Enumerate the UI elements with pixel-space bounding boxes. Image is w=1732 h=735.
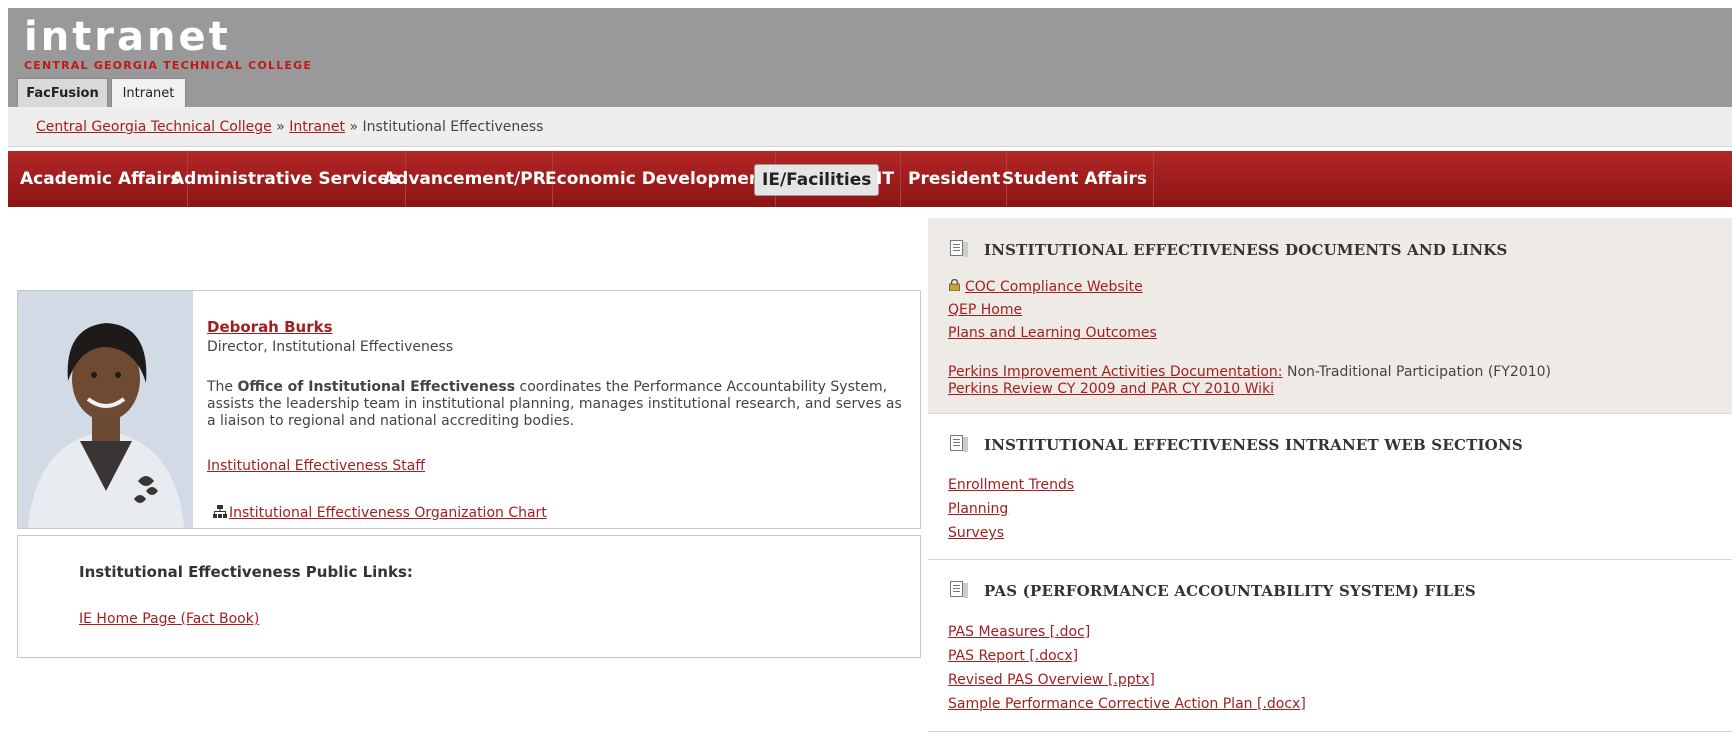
nav-ie-facilities[interactable]: IE/Facilities <box>754 164 880 196</box>
documents-links-section: INSTITUTIONAL EFFECTIVENESS DOCUMENTS AN… <box>928 218 1732 413</box>
lock-icon <box>949 279 960 291</box>
document-icon <box>950 581 968 598</box>
director-name-link[interactable]: Deborah Burks <box>207 318 333 336</box>
pas-files-title: PAS (PERFORMANCE ACCOUNTABILITY SYSTEM) … <box>984 582 1476 600</box>
nav-advancement-pr[interactable]: Advancement/PR <box>377 151 553 207</box>
director-profile: Deborah Burks Director, Institutional Ef… <box>17 290 921 529</box>
logo-subtitle: CENTRAL GEORGIA TECHNICAL COLLEGE <box>24 59 313 72</box>
ie-org-chart-link[interactable]: Institutional Effectiveness Organization… <box>229 505 547 521</box>
intranet-logo[interactable]: intranet CENTRAL GEORGIA TECHNICAL COLLE… <box>24 14 313 72</box>
perkins-documentation-row: Perkins Improvement Activities Documenta… <box>948 364 1551 380</box>
nav-it[interactable]: IT <box>870 151 901 207</box>
pas-report-link[interactable]: PAS Report [.docx] <box>948 648 1078 664</box>
web-sections-title: INSTITUTIONAL EFFECTIVENESS INTRANET WEB… <box>984 436 1523 454</box>
ie-staff-link[interactable]: Institutional Effectiveness Staff <box>207 458 425 474</box>
enrollment-trends-link[interactable]: Enrollment Trends <box>948 477 1074 493</box>
breadcrumb: Central Georgia Technical College » Intr… <box>8 107 1732 147</box>
pas-files-section: PAS (PERFORMANCE ACCOUNTABILITY SYSTEM) … <box>928 560 1732 732</box>
breadcrumb-link-intranet[interactable]: Intranet <box>289 119 345 135</box>
perkins-documentation-link[interactable]: Perkins Improvement Activities Documenta… <box>948 364 1283 380</box>
breadcrumb-current: Institutional Effectiveness <box>362 119 544 135</box>
public-links-panel: Institutional Effectiveness Public Links… <box>17 535 921 658</box>
corrective-action-plan-link[interactable]: Sample Performance Corrective Action Pla… <box>948 696 1306 712</box>
org-chart-icon <box>213 505 227 518</box>
main-nav: Academic Affairs Administrative Services… <box>8 151 1732 207</box>
revised-pas-overview-link[interactable]: Revised PAS Overview [.pptx] <box>948 672 1155 688</box>
document-icon <box>950 435 968 452</box>
perkins-note: Non-Traditional Participation (FY2010) <box>1282 364 1552 380</box>
documents-links-title: INSTITUTIONAL EFFECTIVENESS DOCUMENTS AN… <box>984 241 1508 259</box>
nav-economic-development[interactable]: Economic Development <box>539 151 777 207</box>
pas-measures-link[interactable]: PAS Measures [.doc] <box>948 624 1090 640</box>
surveys-link[interactable]: Surveys <box>948 525 1004 541</box>
director-photo <box>18 291 193 528</box>
description-lead: The <box>207 379 238 395</box>
planning-link[interactable]: Planning <box>948 501 1008 517</box>
breadcrumb-separator: » <box>349 119 359 135</box>
public-links-title: Institutional Effectiveness Public Links… <box>79 563 413 581</box>
web-sections-section: INSTITUTIONAL EFFECTIVENESS INTRANET WEB… <box>928 413 1732 560</box>
perkins-review-link[interactable]: Perkins Review CY 2009 and PAR CY 2010 W… <box>948 381 1274 397</box>
ie-home-page-link[interactable]: IE Home Page (Fact Book) <box>79 611 259 627</box>
nav-student-affairs[interactable]: Student Affairs <box>996 151 1155 207</box>
nav-academic-affairs[interactable]: Academic Affairs <box>14 151 188 207</box>
tab-facfusion[interactable]: FacFusion <box>17 78 108 107</box>
office-description: The Office of Institutional Effectivenes… <box>207 379 907 430</box>
director-role: Director, Institutional Effectiveness <box>207 339 454 355</box>
coc-compliance-link[interactable]: COC Compliance Website <box>965 279 1143 295</box>
tab-intranet[interactable]: Intranet <box>111 78 186 107</box>
breadcrumb-link-college[interactable]: Central Georgia Technical College <box>36 119 272 135</box>
logo-word: intranet <box>24 14 231 60</box>
site-header: intranet CENTRAL GEORGIA TECHNICAL COLLE… <box>8 8 1732 107</box>
breadcrumb-separator: » <box>276 119 285 135</box>
nav-administrative-services[interactable]: Administrative Services <box>165 151 407 207</box>
qep-home-link[interactable]: QEP Home <box>948 302 1022 318</box>
document-icon <box>950 240 968 257</box>
description-office-name: Office of Institutional Effectiveness <box>237 379 516 395</box>
plans-learning-outcomes-link[interactable]: Plans and Learning Outcomes <box>948 325 1157 341</box>
nav-president[interactable]: President <box>902 151 1008 207</box>
